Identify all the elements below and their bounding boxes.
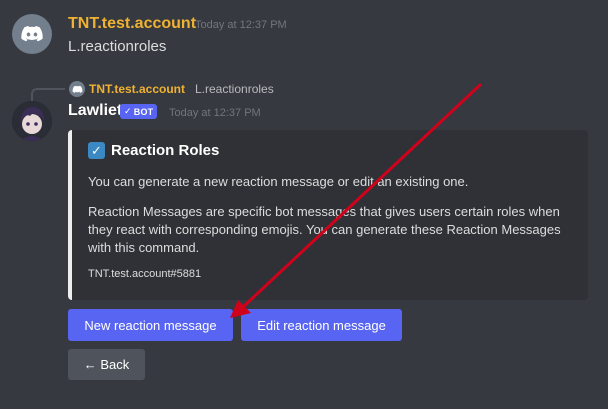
username[interactable]: TNT.test.account <box>68 15 196 33</box>
check-icon: ✓ <box>124 106 132 116</box>
message-content: L.reactionroles <box>68 38 167 55</box>
embed-description: You can generate a new reaction message … <box>88 173 568 269</box>
bot-timestamp: Today at 12:37 PM <box>169 107 261 119</box>
embed-description-line-2: Reaction Messages are specific bot messa… <box>88 204 561 255</box>
embed-footer: TNT.test.account#5881 <box>88 268 202 280</box>
edit-reaction-message-button[interactable]: Edit reaction message <box>241 309 402 341</box>
back-button[interactable]: ← Back <box>68 349 145 380</box>
embed-title: ✓ Reaction Roles <box>88 142 219 159</box>
embed-description-line-1: You can generate a new reaction message … <box>88 174 469 189</box>
reply-connector <box>31 88 65 102</box>
embed-title-text: Reaction Roles <box>111 142 220 159</box>
new-reaction-message-button[interactable]: New reaction message <box>68 309 233 341</box>
reply-content[interactable]: L.reactionroles <box>195 82 274 96</box>
discord-logo-icon <box>72 85 82 93</box>
bot-tag: ✓ BOT <box>120 104 158 119</box>
checkmark-box-icon: ✓ <box>88 142 105 159</box>
reply-avatar[interactable] <box>69 81 85 97</box>
discord-logo-icon[interactable] <box>12 14 52 54</box>
reply-username[interactable]: TNT.test.account <box>89 82 185 96</box>
embed-card: ✓ Reaction Roles You can generate a new … <box>68 130 588 300</box>
bot-avatar[interactable] <box>12 101 52 141</box>
bot-username[interactable]: Lawliet <box>68 102 122 120</box>
bot-tag-label: BOT <box>133 106 154 117</box>
timestamp: Today at 12:37 PM <box>195 19 287 31</box>
